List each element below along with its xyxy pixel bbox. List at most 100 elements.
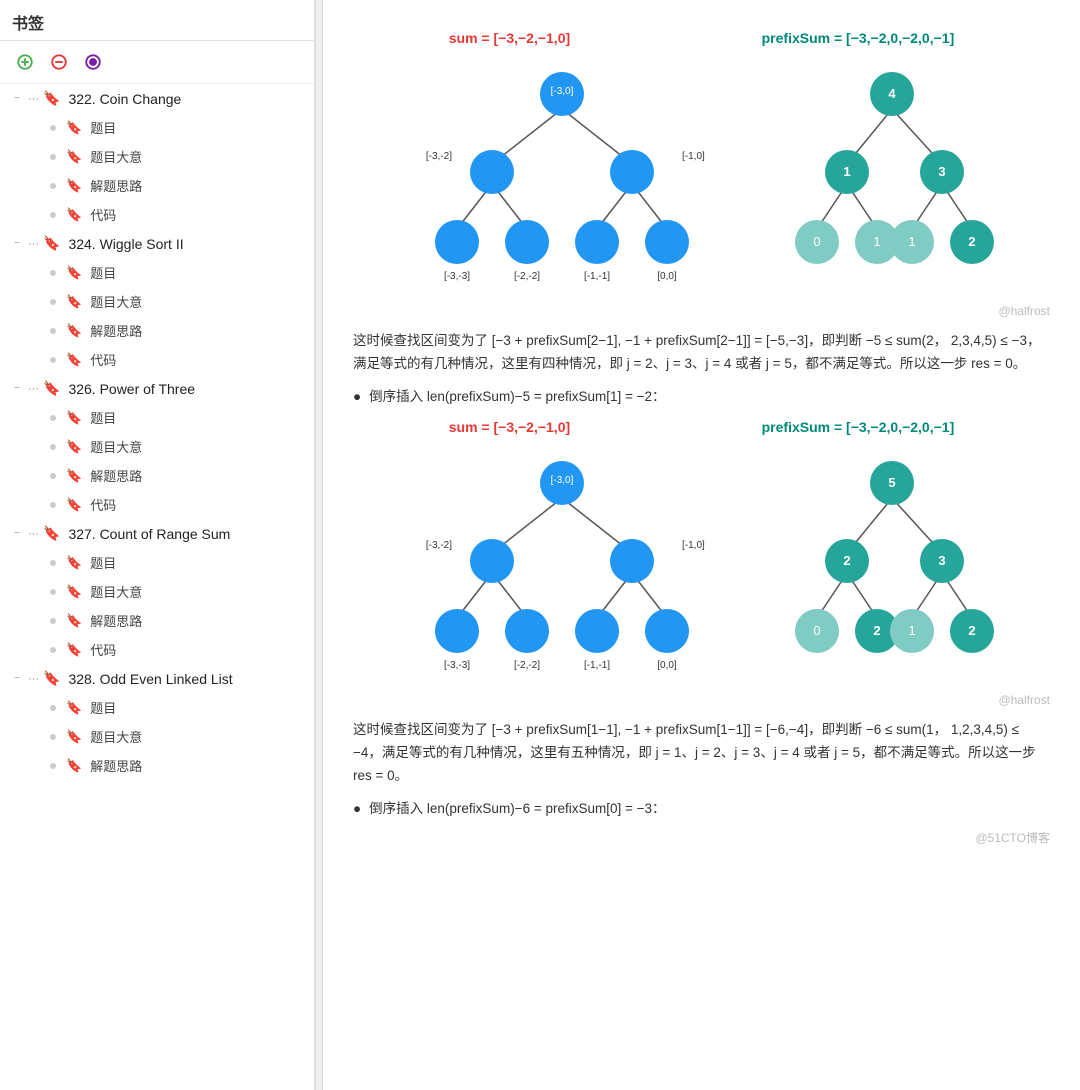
svg-text:0: 0 [813,234,820,249]
svg-text:[-3,-3]: [-3,-3] [443,660,469,671]
svg-text:[-3,-2]: [-3,-2] [425,540,451,551]
sub-label-324-3: 解题思路 [90,321,142,340]
bookmark-icon-326: 🔖 [43,380,60,397]
sub-item-322-1[interactable]: 🔖 题目 [0,113,314,142]
sub-label-322-1: 题目 [90,118,116,137]
sub-bookmark-327-2: 🔖 [66,584,82,600]
dot-324-4 [50,357,56,363]
svg-text:[-1,0]: [-1,0] [682,540,705,551]
dot-326-1 [50,415,56,421]
svg-text:[-3,0]: [-3,0] [550,475,573,486]
sub-label-322-2: 题目大意 [90,147,142,166]
svg-text:0: 0 [813,623,820,638]
sub-bookmark-324-2: 🔖 [66,294,82,310]
sub-label-328-1: 题目 [90,698,116,717]
chapter-title-322: 322. Coin Change [68,91,181,107]
svg-text:[-3,-2]: [-3,-2] [425,151,451,162]
sub-label-322-4: 代码 [90,205,116,224]
svg-text:1: 1 [908,234,915,249]
sub-bookmark-322-4: 🔖 [66,207,82,223]
dots-327: ··· [28,528,39,540]
sub-item-327-1[interactable]: 🔖 题目 [0,548,314,577]
dot-327-1 [50,560,56,566]
tree-blue-2: [-3,0] [-3,-2] [-1,0] [-3,-3] [-2,-2] [-… [402,453,722,673]
sub-bookmark-327-1: 🔖 [66,555,82,571]
remove-bookmark-button[interactable] [46,49,72,75]
sub-label-328-2: 题目大意 [90,727,142,746]
watermark-bottom: @51CTO博客 [353,829,1050,846]
chapter-title-326: 326. Power of Three [68,381,195,397]
collapse-icon-324: − [10,237,24,251]
sub-bookmark-326-1: 🔖 [66,410,82,426]
sum-label-1: sum = [−3,−2,−1,0] [449,30,570,46]
sub-item-322-4[interactable]: 🔖 代码 [0,200,314,229]
sub-item-324-2[interactable]: 🔖 题目大意 [0,287,314,316]
dot-327-4 [50,647,56,653]
sub-label-326-2: 题目大意 [90,437,142,456]
sub-item-322-3[interactable]: 🔖 解题思路 [0,171,314,200]
chapter-item-326[interactable]: − ··· 🔖 326. Power of Three [0,374,314,403]
sub-item-327-3[interactable]: 🔖 解题思路 [0,606,314,635]
filter-bookmark-button[interactable] [80,49,106,75]
sub-item-326-1[interactable]: 🔖 题目 [0,403,314,432]
sub-label-326-3: 解题思路 [90,466,142,485]
sub-bookmark-322-2: 🔖 [66,149,82,165]
collapse-icon-322: − [10,92,24,106]
add-bookmark-button[interactable] [12,49,38,75]
dots-326: ··· [28,383,39,395]
sub-item-327-2[interactable]: 🔖 题目大意 [0,577,314,606]
sub-item-324-4[interactable]: 🔖 代码 [0,345,314,374]
sub-item-328-3[interactable]: 🔖 解题思路 [0,751,314,780]
sub-label-327-1: 题目 [90,553,116,572]
svg-text:[-1,-1]: [-1,-1] [583,660,609,671]
dot-326-3 [50,473,56,479]
sidebar-divider[interactable] [315,0,323,1090]
sub-bookmark-322-3: 🔖 [66,178,82,194]
dot-322-3 [50,183,56,189]
sub-item-328-2[interactable]: 🔖 题目大意 [0,722,314,751]
dot-327-2 [50,589,56,595]
dot-322-4 [50,212,56,218]
sub-bookmark-327-3: 🔖 [66,613,82,629]
sub-label-322-3: 解题思路 [90,176,142,195]
prefix-label-1: prefixSum = [−3,−2,0,−2,0,−1] [762,30,955,46]
sub-bookmark-324-3: 🔖 [66,323,82,339]
chapter-item-328[interactable]: − ··· 🔖 328. Odd Even Linked List [0,664,314,693]
sub-item-326-4[interactable]: 🔖 代码 [0,490,314,519]
bookmark-icon-327: 🔖 [43,525,60,542]
collapse-icon-326: − [10,382,24,396]
tree-teal-1: 4 1 3 0 1 1 2 [782,64,1002,284]
sub-item-328-1[interactable]: 🔖 题目 [0,693,314,722]
sub-item-322-2[interactable]: 🔖 题目大意 [0,142,314,171]
svg-text:[0,0]: [0,0] [657,271,677,282]
sub-item-324-1[interactable]: 🔖 题目 [0,258,314,287]
sub-item-326-2[interactable]: 🔖 题目大意 [0,432,314,461]
sub-item-324-3[interactable]: 🔖 解题思路 [0,316,314,345]
chapter-item-324[interactable]: − ··· 🔖 324. Wiggle Sort II [0,229,314,258]
sub-label-324-4: 代码 [90,350,116,369]
collapse-icon-328: − [10,672,24,686]
sub-item-327-4[interactable]: 🔖 代码 [0,635,314,664]
chapter-title-324: 324. Wiggle Sort II [68,236,183,252]
dot-324-2 [50,299,56,305]
sub-bookmark-328-1: 🔖 [66,700,82,716]
sub-label-326-1: 题目 [90,408,116,427]
dots-322: ··· [28,93,39,105]
sub-label-324-1: 题目 [90,263,116,282]
sub-bookmark-328-2: 🔖 [66,729,82,745]
svg-text:1: 1 [843,164,850,179]
svg-text:[-3,0]: [-3,0] [550,86,573,97]
svg-text:2: 2 [968,623,975,638]
main-content: sum = [−3,−2,−1,0] prefixSum = [−3,−2,0,… [323,0,1080,1090]
svg-text:[-1,-1]: [-1,-1] [583,271,609,282]
watermark-1: @halfrost [353,304,1050,318]
sub-item-326-3[interactable]: 🔖 解题思路 [0,461,314,490]
sum-label-2: sum = [−3,−2,−1,0] [449,419,570,435]
svg-text:[-2,-2]: [-2,-2] [513,660,539,671]
chapter-item-327[interactable]: − ··· 🔖 327. Count of Range Sum [0,519,314,548]
diagram-section-1: sum = [−3,−2,−1,0] prefixSum = [−3,−2,0,… [353,30,1050,284]
sub-bookmark-326-2: 🔖 [66,439,82,455]
chapter-item-322[interactable]: − ··· 🔖 322. Coin Change [0,84,314,113]
tree-teal-2: 5 2 3 0 2 1 2 [782,453,1002,673]
dots-324: ··· [28,238,39,250]
